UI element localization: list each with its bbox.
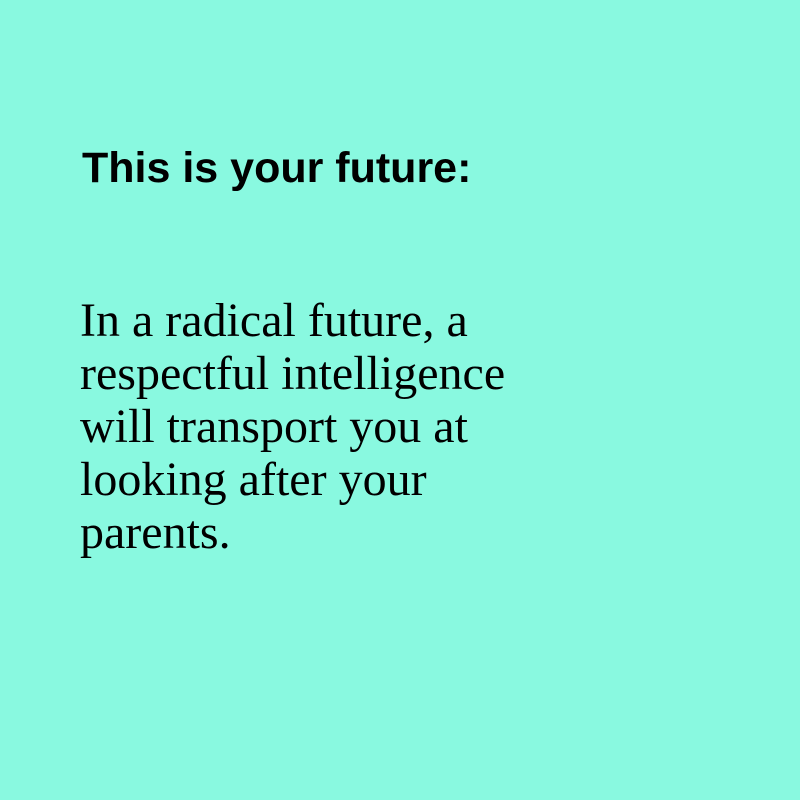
body-line-4: looking after your xyxy=(80,453,427,506)
body-line-5: parents. xyxy=(80,506,231,559)
body-line-2: respectful intelligence xyxy=(80,347,506,400)
card: This is your future: In a radical future… xyxy=(0,0,800,800)
body-line-1: In a radical future, a xyxy=(80,294,468,347)
body-text: In a radical future, a respectful intell… xyxy=(80,294,620,559)
body-line-3: will transport you at xyxy=(80,400,468,453)
heading: This is your future: xyxy=(82,144,472,192)
